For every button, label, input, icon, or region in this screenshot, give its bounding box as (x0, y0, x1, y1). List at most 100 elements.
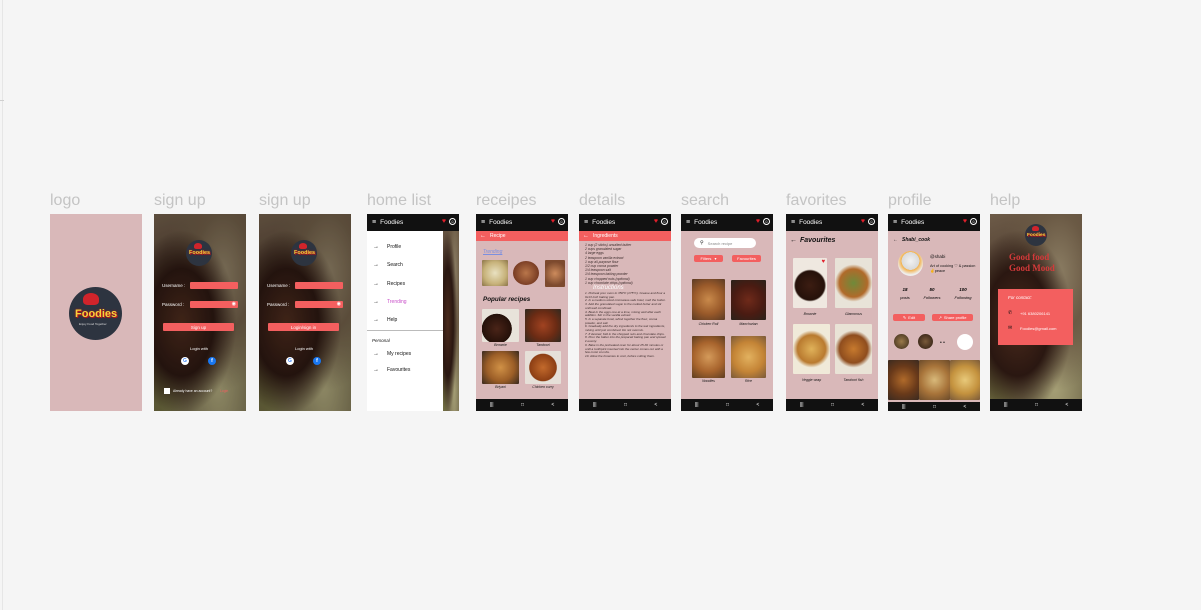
post-thumbnail[interactable] (950, 360, 980, 400)
recipe-photo-brownie[interactable] (482, 309, 519, 342)
login-link[interactable]: Login (220, 389, 228, 393)
frame-help[interactable]: Foodies Good food Good Mood For contact:… (990, 214, 1082, 411)
trending-photo[interactable] (545, 260, 565, 287)
back-arrow-icon[interactable]: ← (480, 233, 486, 239)
username-field[interactable]: Username : (162, 282, 238, 289)
recipe-photo-tandoori[interactable] (525, 309, 561, 342)
trending-heading[interactable]: Trending (483, 249, 502, 255)
home-icon[interactable]: □ (521, 402, 524, 408)
more-dots-icon[interactable]: • • (940, 340, 945, 346)
filters-button[interactable]: Filters ▾ (694, 255, 723, 262)
heart-icon[interactable]: ♥ (654, 218, 658, 225)
drawer-item-my-recipes[interactable]: → My recipes (373, 351, 411, 357)
highlight-circle[interactable] (894, 334, 909, 349)
home-icon[interactable]: □ (726, 402, 729, 408)
drawer-item-help[interactable]: → Help (373, 317, 397, 323)
trending-photo[interactable] (513, 261, 539, 285)
heart-icon[interactable]: ♥ (551, 218, 555, 225)
menu-icon[interactable]: ≡ (481, 219, 485, 226)
favourite-photo[interactable] (835, 324, 872, 374)
username-input[interactable] (190, 282, 238, 289)
home-icon[interactable]: □ (933, 404, 936, 410)
menu-icon[interactable]: ≡ (584, 219, 588, 226)
home-icon[interactable]: □ (831, 402, 834, 408)
contact-phone[interactable]: +91 6380206141 (1020, 311, 1050, 316)
user-icon[interactable]: ☺ (661, 218, 668, 225)
password-input[interactable]: ◉ (190, 301, 238, 308)
remember-checkbox[interactable] (164, 388, 170, 394)
edit-profile-button[interactable]: ✎ Edit (893, 314, 925, 321)
back-arrow-icon[interactable]: ← (790, 237, 797, 244)
drawer-item-trending[interactable]: → Trending (373, 299, 407, 305)
home-icon[interactable]: □ (1035, 402, 1038, 408)
search-result-photo[interactable] (731, 336, 766, 378)
eye-icon[interactable]: ◉ (232, 301, 236, 307)
following-count[interactable]: 100 (950, 287, 976, 292)
back-icon[interactable]: < (551, 402, 554, 408)
heart-icon[interactable]: ♥ (756, 218, 760, 225)
menu-icon[interactable]: ≡ (893, 219, 897, 226)
heart-icon[interactable]: ♥ (821, 259, 825, 265)
recipe-photo-briyani[interactable] (482, 351, 519, 384)
drawer-item-recipes[interactable]: → Recipes (373, 281, 405, 287)
frame-label-help[interactable]: help (990, 192, 1020, 210)
contact-email[interactable]: Foodies@gmail.com (1020, 326, 1057, 331)
user-icon[interactable]: ☺ (558, 218, 565, 225)
frame-label-home[interactable]: home list (367, 192, 431, 210)
frame-signup-1[interactable]: Foodies Username : Password : ◉ Sign up … (154, 214, 246, 411)
facebook-icon[interactable]: f (313, 357, 321, 365)
drawer-item-search[interactable]: → Search (373, 262, 403, 268)
trending-photo[interactable] (482, 260, 508, 286)
back-arrow-icon[interactable]: ← (893, 237, 898, 243)
post-thumbnail[interactable] (919, 360, 950, 400)
password-input[interactable]: ◉ (295, 301, 343, 308)
back-icon[interactable]: < (756, 402, 759, 408)
back-icon[interactable]: < (861, 402, 864, 408)
frame-label-signup-2[interactable]: sign up (259, 192, 311, 210)
signup-button[interactable]: Sign up (163, 323, 234, 331)
frame-profile[interactable]: ≡ Foodies ♥ ☺ ← Shabi_cook @shabi Art of… (888, 214, 980, 411)
username-input[interactable] (295, 282, 343, 289)
username-field[interactable]: Username : (267, 282, 343, 289)
following-label[interactable]: Following (950, 295, 976, 300)
heart-icon[interactable]: ♥ (963, 218, 967, 225)
recent-apps-icon[interactable]: ||| (490, 402, 494, 408)
back-icon[interactable]: < (963, 404, 966, 410)
frame-logo[interactable]: Foodies Enjoy Food Together (50, 214, 142, 411)
frame-label-details[interactable]: details (579, 192, 625, 210)
recent-apps-icon[interactable]: ||| (902, 404, 906, 410)
frame-label-signup-1[interactable]: sign up (154, 192, 206, 210)
avatar[interactable] (898, 251, 923, 276)
frame-signup-2[interactable]: Foodies Username : Password : ◉ Login/si… (259, 214, 351, 411)
google-icon[interactable]: G (286, 357, 294, 365)
frame-label-search[interactable]: search (681, 192, 729, 210)
search-result-photo[interactable] (692, 336, 725, 378)
facebook-icon[interactable]: f (208, 357, 216, 365)
menu-icon[interactable]: ≡ (372, 219, 376, 226)
password-field[interactable]: Password : ◉ (267, 301, 343, 308)
share-profile-button[interactable]: ↗ Share profile (932, 314, 973, 321)
post-thumbnail[interactable] (888, 360, 919, 400)
eye-icon[interactable]: ◉ (337, 301, 341, 307)
user-icon[interactable]: ☺ (449, 218, 456, 225)
home-icon[interactable]: □ (624, 402, 627, 408)
search-input[interactable]: ⚲ Search recipe (694, 238, 756, 248)
search-result-photo[interactable] (692, 279, 725, 320)
frame-recipes[interactable]: ≡ Foodies ♥ ☺ ← Recipe Trending Popular r… (476, 214, 568, 411)
highlight-circle[interactable] (957, 334, 973, 350)
user-icon[interactable]: ☺ (868, 218, 875, 225)
recent-apps-icon[interactable]: ||| (800, 402, 804, 408)
drawer-item-favourites[interactable]: → Favourites (373, 367, 410, 373)
frame-label-favorites[interactable]: favorites (786, 192, 846, 210)
frame-label-recipes[interactable]: receipes (476, 192, 536, 210)
recent-apps-icon[interactable]: ||| (593, 402, 597, 408)
favourites-button[interactable]: Favourites (732, 255, 761, 262)
user-icon[interactable]: ☺ (970, 218, 977, 225)
frame-search[interactable]: ≡ Foodies ♥ ☺ ⚲ Search recipe Filters ▾ F… (681, 214, 773, 411)
back-icon[interactable]: < (654, 402, 657, 408)
user-icon[interactable]: ☺ (763, 218, 770, 225)
menu-icon[interactable]: ≡ (791, 219, 795, 226)
heart-icon[interactable]: ♥ (442, 218, 446, 225)
favourite-photo[interactable] (793, 324, 830, 374)
frame-label-logo[interactable]: logo (50, 192, 80, 210)
